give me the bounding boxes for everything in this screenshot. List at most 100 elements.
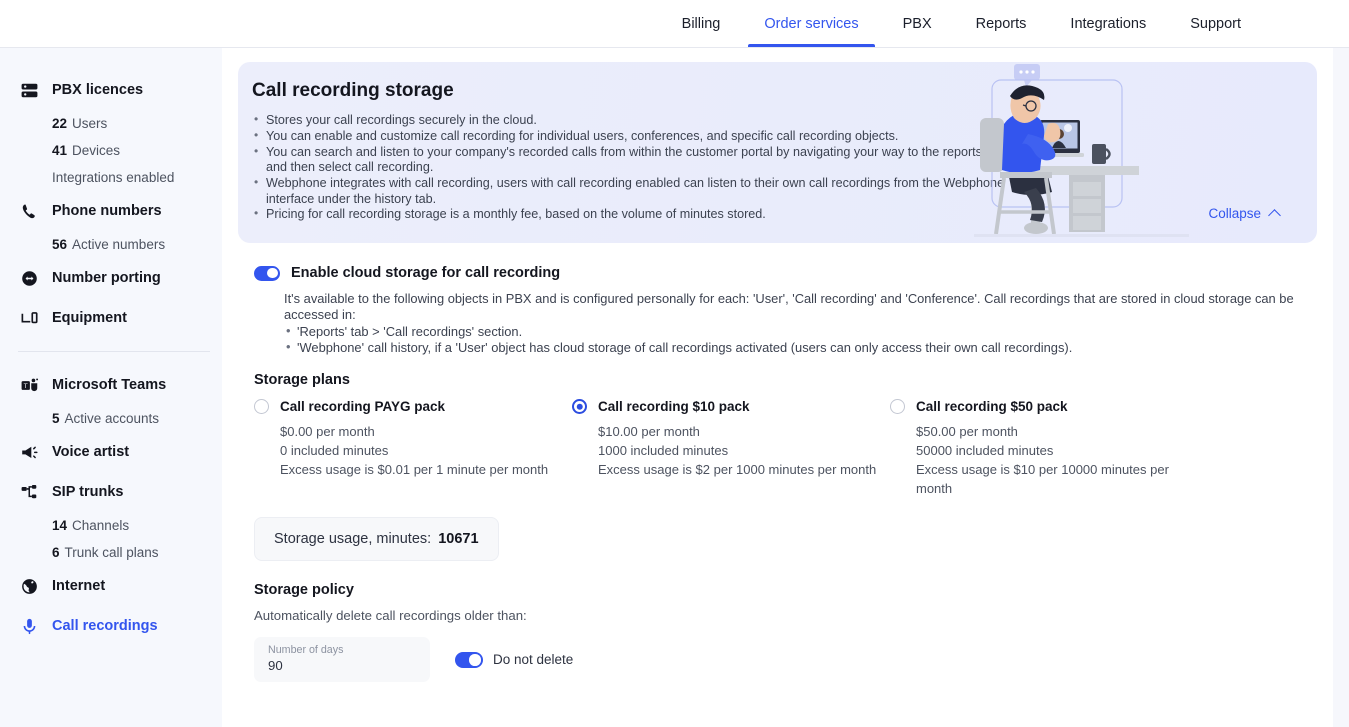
plan-name: Call recording $10 pack (598, 399, 750, 415)
banner-bullet: You can enable and customize call record… (252, 128, 1028, 144)
sidebar-item-label: Microsoft Teams (52, 377, 167, 393)
do-not-delete-label: Do not delete (493, 652, 574, 668)
plan-header: Call recording PAYG pack (254, 399, 572, 415)
sip-trunk-icon (16, 479, 42, 505)
sidebar-subitem-label: Users (72, 116, 108, 131)
toggle-knob (267, 267, 278, 279)
sidebar: PBX licences 22 Users 41 Devices Integrations… (0, 48, 222, 727)
porting-icon (16, 265, 42, 291)
nav-tab-reports[interactable]: Reports (954, 0, 1049, 47)
sidebar-subitem-label: Channels (72, 518, 130, 533)
sidebar-item-label: Call recordings (52, 618, 158, 634)
sidebar-item-call-recordings[interactable]: Call recordings (0, 606, 222, 646)
banner-bullet: Webphone integrates with call recording,… (252, 175, 1028, 207)
number-of-days-input[interactable]: Number of days 90 (254, 637, 430, 683)
collapse-banner-button[interactable]: Collapse (1208, 206, 1281, 221)
plan-excess-usage: Excess usage is $0.01 per 1 minute per m… (280, 462, 549, 478)
sidebar-subitem-label: Active numbers (72, 237, 166, 252)
sidebar-subitem-label: Devices (72, 143, 121, 158)
microphone-icon (16, 613, 42, 639)
sidebar-subitem-count: 5 (52, 411, 60, 426)
sidebar-subitem[interactable]: 22 Users (0, 110, 222, 137)
sidebar-subitem[interactable]: 56 Active numbers (0, 231, 222, 258)
sidebar-item-label: PBX licences (52, 82, 144, 98)
sidebar-item-label: Internet (52, 578, 106, 594)
plan-price: $0.00 per month (280, 424, 375, 440)
nav-tab-pbx[interactable]: PBX (881, 0, 954, 47)
sidebar-item-pbx-licences[interactable]: PBX licences (0, 70, 222, 110)
enable-cloud-storage-row: Enable cloud storage for call recording (254, 265, 1301, 281)
enable-description: It's available to the following objects … (254, 291, 1300, 355)
number-of-days-label: Number of days (268, 644, 344, 657)
plan-name: Call recording $50 pack (916, 399, 1068, 415)
sidebar-item-phone-numbers[interactable]: Phone numbers (0, 191, 222, 231)
sidebar-subitem[interactable]: 41 Devices (0, 137, 222, 164)
plan-radio-button[interactable] (890, 399, 905, 415)
sidebar-item-internet[interactable]: Internet (0, 566, 222, 606)
storage-policy-row: Number of days 90 Do not delete (254, 637, 1301, 683)
sidebar-subitem[interactable]: 5 Active accounts (0, 405, 222, 432)
plan-excess-usage: Excess usage is $10 per 10000 minutes pe… (916, 462, 1169, 497)
megaphone-icon (16, 439, 42, 465)
plan-details: $0.00 per month 0 included minutes Excess … (254, 422, 572, 479)
plan-header: Call recording $10 pack (572, 399, 890, 415)
sidebar-item-number-porting[interactable]: Number porting (0, 258, 222, 298)
sidebar-subitem[interactable]: Integrations enabled (0, 164, 222, 191)
sidebar-item-voice-artist[interactable]: Voice artist (0, 432, 222, 472)
sidebar-subitem-count: 56 (52, 237, 68, 252)
sidebar-subitem-label: Trunk call plans (64, 545, 159, 560)
plan-included-minutes: 50000 included minutes (916, 443, 1054, 459)
banner-text-block: Call recording storage Stores your call … (238, 62, 1028, 223)
sidebar-subitem-label: Active accounts (64, 411, 160, 426)
plan-radio-button[interactable] (572, 399, 587, 415)
storage-usage-label: Storage usage, minutes: (274, 531, 432, 548)
svg-text:T: T (23, 382, 27, 389)
storage-plan-option[interactable]: Call recording $10 pack $10.00 per month 1… (572, 399, 890, 498)
enable-cloud-storage-toggle[interactable] (254, 265, 280, 281)
sidebar-item-equipment[interactable]: Equipment (0, 298, 222, 338)
plan-included-minutes: 1000 included minutes (598, 443, 729, 459)
call-recording-storage-banner: Call recording storage Stores your call … (238, 62, 1317, 243)
enable-bullet-list: 'Reports' tab > 'Call recordings' sectio… (284, 323, 1300, 355)
top-navigation-bar: Billing Order services PBX Reports Integrati… (0, 0, 1349, 48)
enable-bullet: 'Reports' tab > 'Call recordings' sectio… (284, 323, 1300, 340)
sidebar-item-microsoft-teams[interactable]: T Microsoft Teams (0, 365, 222, 405)
nav-tab-billing[interactable]: Billing (660, 0, 743, 47)
sidebar-subitem-count: 22 (52, 116, 68, 131)
banner-bullet: You can search and listen to your compan… (252, 144, 1028, 176)
sidebar-subitem[interactable]: 14 Channels (0, 512, 222, 539)
sidebar-item-label: SIP trunks (52, 484, 124, 500)
storage-usage-box: Storage usage, minutes: 10671 (254, 517, 499, 562)
sidebar-item-label: Voice artist (52, 444, 130, 460)
plan-details: $50.00 per month 50000 included minutes Ex… (890, 422, 1208, 498)
storage-usage-value: 10671 (438, 531, 479, 548)
globe-icon (16, 573, 42, 599)
storage-plan-option[interactable]: Call recording $50 pack $50.00 per month 5… (890, 399, 1208, 498)
plan-excess-usage: Excess usage is $2 per 1000 minutes per … (598, 462, 877, 478)
page-title: Call recording storage (252, 80, 454, 101)
remote-worker-video-call-illustration (974, 62, 1189, 243)
sidebar-subitem[interactable]: 6 Trunk call plans (0, 539, 222, 566)
sidebar-item-label: Equipment (52, 310, 127, 326)
storage-policy-heading: Storage policy (254, 582, 354, 599)
number-of-days-value: 90 (268, 658, 283, 674)
nav-items: Billing Order services PBX Reports Integrati… (660, 0, 1349, 47)
microsoft-teams-icon: T (16, 372, 42, 398)
nav-tab-support[interactable]: Support (1168, 0, 1263, 47)
nav-tab-order-services[interactable]: Order services (742, 0, 880, 47)
do-not-delete-toggle[interactable] (455, 651, 483, 668)
nav-tab-integrations[interactable]: Integrations (1048, 0, 1168, 47)
storage-policy-subtitle: Automatically delete call recordings old… (254, 608, 527, 624)
plan-name: Call recording PAYG pack (280, 399, 446, 415)
sidebar-subitem-label: Integrations enabled (52, 170, 175, 185)
banner-bullet-list: Stores your call recordings securely in … (252, 112, 1028, 223)
sidebar-item-sip-trunks[interactable]: SIP trunks (0, 472, 222, 512)
storage-plan-option[interactable]: Call recording PAYG pack $0.00 per month 0… (254, 399, 572, 498)
plan-radio-button[interactable] (254, 399, 269, 415)
collapse-label: Collapse (1208, 206, 1261, 221)
phone-icon (16, 198, 42, 224)
main-content: Call recording storage Stores your call … (222, 48, 1333, 727)
enable-paragraph: It's available to the following objects … (284, 291, 1294, 322)
plan-included-minutes: 0 included minutes (280, 443, 389, 459)
sidebar-item-label: Phone numbers (52, 203, 162, 219)
